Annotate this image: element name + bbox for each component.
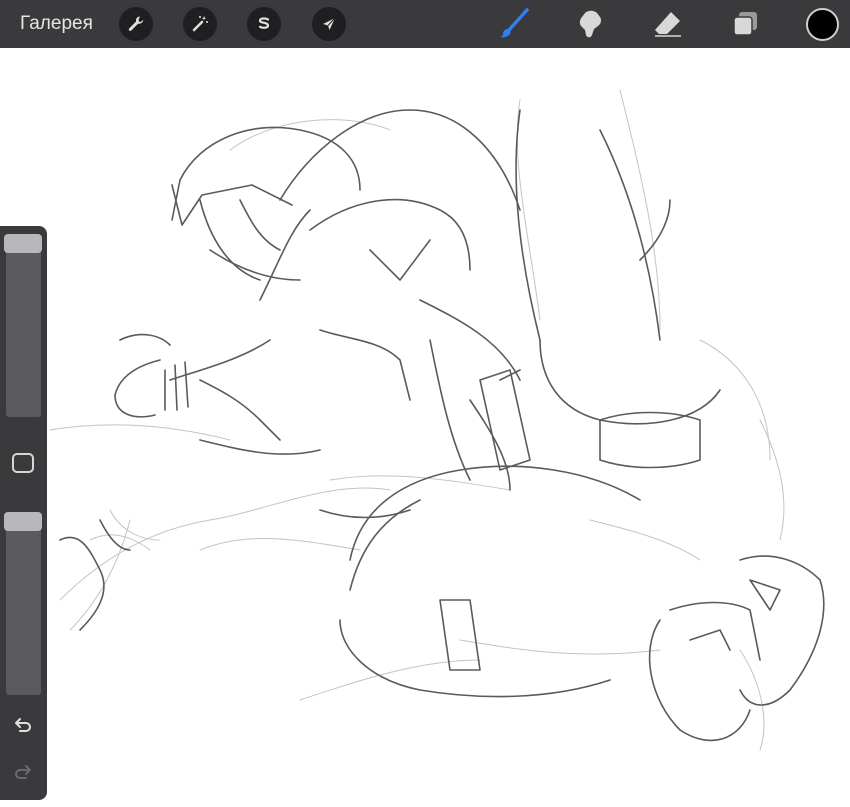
layers-icon xyxy=(733,12,757,36)
sketch-drawing xyxy=(49,89,825,751)
brush-size-slider[interactable] xyxy=(4,234,42,417)
redo-button[interactable] xyxy=(10,759,36,785)
redo-icon xyxy=(15,765,31,779)
selection-button[interactable] xyxy=(247,7,281,41)
layers-button[interactable] xyxy=(728,6,764,42)
brush-opacity-thumb[interactable] xyxy=(4,512,42,531)
eraser-icon xyxy=(655,12,681,37)
drawing-canvas[interactable] xyxy=(0,48,850,807)
brush-icon xyxy=(500,8,529,38)
brush-size-thumb[interactable] xyxy=(4,234,42,253)
gallery-button[interactable]: Галерея xyxy=(20,0,93,48)
arrow-cursor-icon xyxy=(323,17,336,30)
brush-opacity-slider[interactable] xyxy=(4,512,42,695)
brush-tool-button[interactable] xyxy=(496,6,532,42)
color-picker-button[interactable] xyxy=(806,8,839,41)
wrench-icon xyxy=(128,16,144,31)
undo-icon xyxy=(15,718,31,732)
magic-wand-icon xyxy=(192,16,208,32)
adjustments-button[interactable] xyxy=(183,7,217,41)
actions-button[interactable] xyxy=(119,7,153,41)
selection-s-icon xyxy=(258,17,270,29)
transform-button[interactable] xyxy=(312,7,346,41)
left-sidebar xyxy=(0,226,47,800)
top-toolbar: Галерея xyxy=(0,0,850,48)
smudge-tool-button[interactable] xyxy=(572,6,608,42)
smudge-icon xyxy=(579,10,602,38)
eraser-tool-button[interactable] xyxy=(650,6,686,42)
modify-button[interactable] xyxy=(12,453,34,473)
undo-button[interactable] xyxy=(10,712,36,738)
